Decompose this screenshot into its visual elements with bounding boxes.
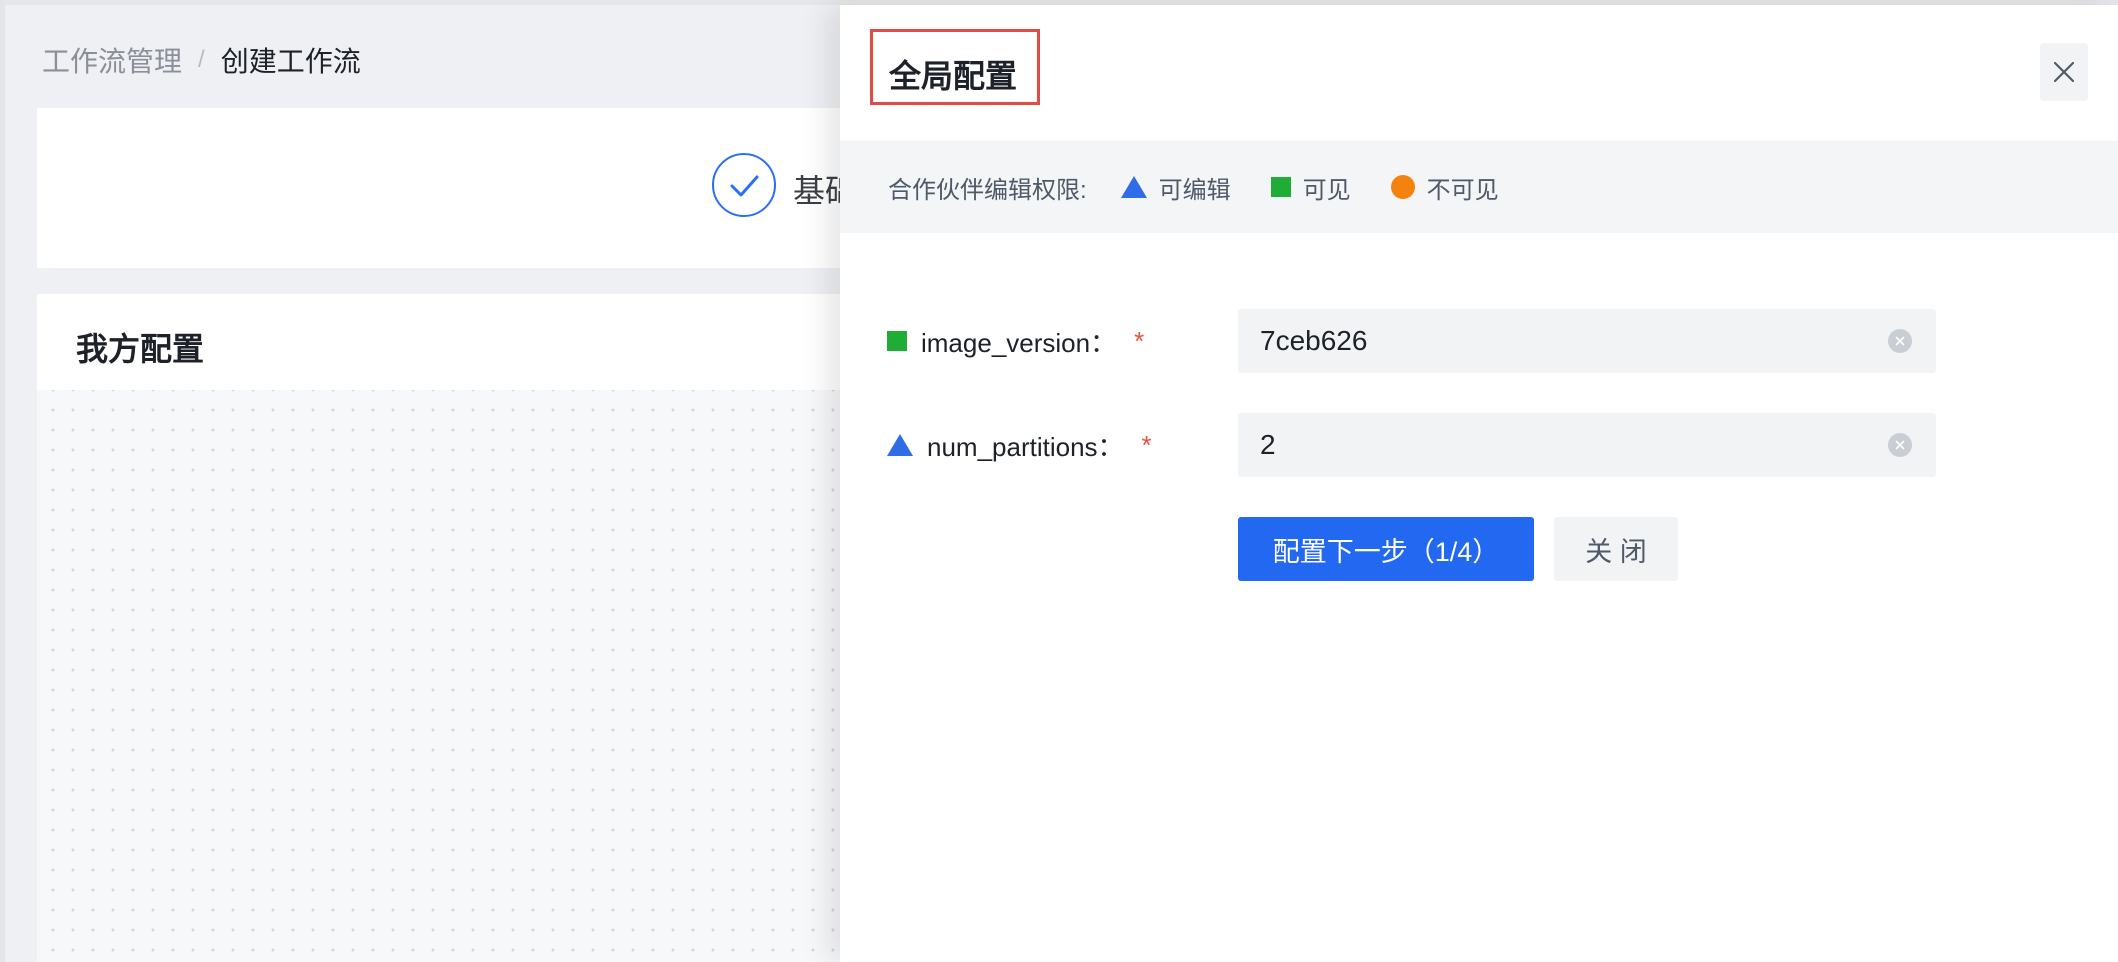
drawer-title: 全局配置	[889, 58, 1018, 94]
required-marker: *	[1134, 325, 1145, 356]
field-label-num-partitions: num_partitions： *	[887, 413, 1152, 477]
legend-prefix: 合作伙伴编辑权限:	[888, 176, 1087, 204]
input-value: 2	[1260, 429, 1276, 460]
legend-editable-label: 可编辑	[1158, 176, 1231, 204]
triangle-icon	[887, 434, 913, 456]
triangle-icon	[1120, 176, 1147, 198]
breadcrumb-parent-link[interactable]: 工作流管理	[42, 40, 182, 80]
global-config-drawer: 全局配置 合作伙伴编辑权限: 可编辑 可见 不可见 image_version：…	[840, 5, 2118, 962]
steps-card: 基础	[37, 108, 917, 268]
our-config-header: 我方配置	[37, 294, 917, 390]
our-config-title: 我方配置	[76, 331, 205, 367]
field-label-text: num_partitions：	[927, 431, 1124, 462]
num-partitions-input[interactable]: 2	[1238, 413, 1936, 477]
form-row-image-version: image_version： * 7ceb626	[840, 309, 2118, 373]
clear-icon[interactable]	[1888, 329, 1912, 353]
field-label-text: image_version：	[921, 327, 1117, 358]
permission-legend: 合作伙伴编辑权限: 可编辑 可见 不可见	[840, 141, 2118, 233]
form-row-num-partitions: num_partitions： * 2	[840, 413, 2118, 477]
legend-invisible-label: 不可见	[1426, 176, 1499, 204]
legend-visible: 可见	[1270, 170, 1351, 205]
clear-icon[interactable]	[1888, 433, 1912, 457]
step-check-icon	[712, 153, 776, 217]
image-version-input[interactable]: 7ceb626	[1238, 309, 1936, 373]
input-value: 7ceb626	[1260, 325, 1368, 356]
legend-invisible: 不可见	[1390, 170, 1499, 205]
drawer-close-button[interactable]	[2040, 43, 2088, 101]
our-config-card: 我方配置	[37, 294, 917, 962]
close-icon	[2053, 61, 2075, 83]
legend-visible-label: 可见	[1302, 176, 1351, 204]
field-label-image-version: image_version： *	[887, 309, 1144, 373]
legend-editable: 可编辑	[1120, 170, 1231, 205]
drawer-title-highlight: 全局配置	[870, 29, 1040, 105]
breadcrumb-current: 创建工作流	[220, 46, 361, 77]
square-icon	[1270, 177, 1291, 197]
close-button[interactable]: 关 闭	[1554, 517, 1678, 581]
breadcrumb: 工作流管理 / 创建工作流	[42, 42, 361, 78]
square-icon	[887, 331, 907, 351]
circle-icon	[1390, 175, 1415, 199]
next-step-button[interactable]: 配置下一步（1/4）	[1238, 517, 1534, 581]
required-marker: *	[1141, 429, 1152, 460]
breadcrumb-separator: /	[198, 46, 205, 73]
left-border	[0, 0, 5, 962]
